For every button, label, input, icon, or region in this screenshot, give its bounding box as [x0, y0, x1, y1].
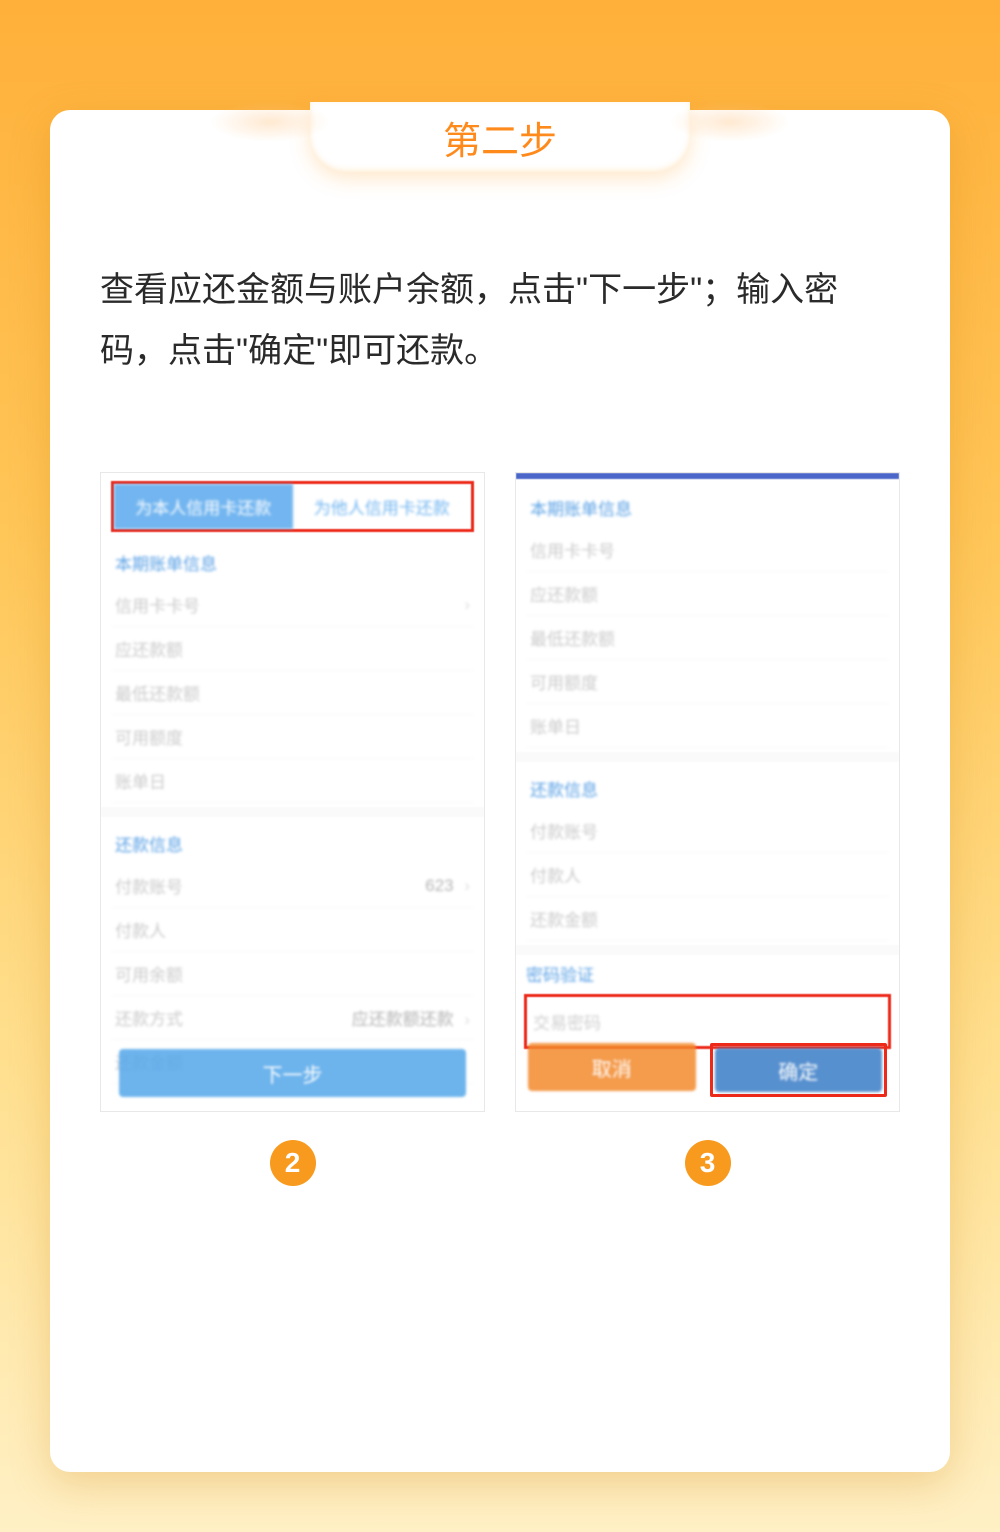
divider: [516, 945, 899, 955]
confirm-button[interactable]: 确定: [715, 1048, 883, 1092]
phones-row: 为本人信用卡还款 为他人信用卡还款 本期账单信息 信用卡卡号› 应还款额 最低还…: [100, 472, 900, 1186]
phone-screenshot-3: 本期账单信息 信用卡卡号 应还款额 最低还款额 可用额度 账单日 还款信息 付款…: [515, 472, 900, 1112]
password-input-highlight: 交易密码: [524, 994, 891, 1049]
step-label: 第二步: [443, 110, 557, 165]
row-transaction-password[interactable]: 交易密码: [533, 1005, 882, 1038]
step-tab: 第二步: [310, 102, 690, 172]
row-repay-method[interactable]: 还款方式应还款额还款 ›: [111, 996, 474, 1040]
chevron-right-icon: ›: [464, 595, 470, 615]
row-statement-date: 账单日: [111, 759, 474, 803]
row-statement-date: 账单日: [526, 704, 889, 748]
row-card-number[interactable]: 信用卡卡号›: [111, 583, 474, 627]
row-due-amount: 应还款额: [111, 627, 474, 671]
row-due-amount: 应还款额: [526, 572, 889, 616]
action-button-row: 取消 确定: [528, 1043, 887, 1097]
chevron-right-icon: ›: [460, 876, 470, 895]
tab-other-repay[interactable]: 为他人信用卡还款: [293, 484, 472, 529]
row-available-credit: 可用额度: [111, 715, 474, 759]
row-available-credit: 可用额度: [526, 660, 889, 704]
step-description: 查看应还金额与账户余额，点击"下一步"；输入密码，点击"确定"即可还款。: [100, 260, 900, 382]
phone-header-bar: [516, 473, 899, 479]
tab-self-repay[interactable]: 为本人信用卡还款: [114, 484, 293, 529]
section-title-repay-info: 还款信息: [111, 821, 474, 864]
instruction-card: 第二步 查看应还金额与账户余额，点击"下一步"；输入密码，点击"确定"即可还款。…: [50, 110, 950, 1472]
row-min-due: 最低还款额: [526, 616, 889, 660]
next-button[interactable]: 下一步: [119, 1049, 466, 1097]
section-title-bill-info: 本期账单信息: [526, 485, 889, 528]
confirm-button-highlight: 确定: [710, 1043, 888, 1097]
divider: [516, 752, 899, 762]
row-payer: 付款人: [111, 908, 474, 952]
phone-column-left: 为本人信用卡还款 为他人信用卡还款 本期账单信息 信用卡卡号› 应还款额 最低还…: [100, 472, 485, 1186]
phone-column-right: 本期账单信息 信用卡卡号 应还款额 最低还款额 可用额度 账单日 还款信息 付款…: [515, 472, 900, 1186]
section-title-password: 密码验证: [526, 959, 889, 992]
row-payer: 付款人: [526, 853, 889, 897]
step-number-badge-2: 2: [270, 1140, 316, 1186]
row-repay-amount: 还款金额: [526, 897, 889, 941]
step-number-badge-3: 3: [685, 1140, 731, 1186]
row-pay-account[interactable]: 付款账号623 ›: [111, 864, 474, 908]
section-title-bill-info: 本期账单信息: [111, 540, 474, 583]
chevron-right-icon: ›: [460, 1010, 470, 1029]
row-available-balance: 可用余额: [111, 952, 474, 996]
cancel-button[interactable]: 取消: [528, 1043, 696, 1091]
section-title-repay-info: 还款信息: [526, 766, 889, 809]
row-min-due: 最低还款额: [111, 671, 474, 715]
row-card-number: 信用卡卡号: [526, 528, 889, 572]
divider: [101, 807, 484, 817]
phone-screenshot-2: 为本人信用卡还款 为他人信用卡还款 本期账单信息 信用卡卡号› 应还款额 最低还…: [100, 472, 485, 1112]
repay-tabs-highlight: 为本人信用卡还款 为他人信用卡还款: [111, 481, 474, 532]
row-pay-account: 付款账号: [526, 809, 889, 853]
